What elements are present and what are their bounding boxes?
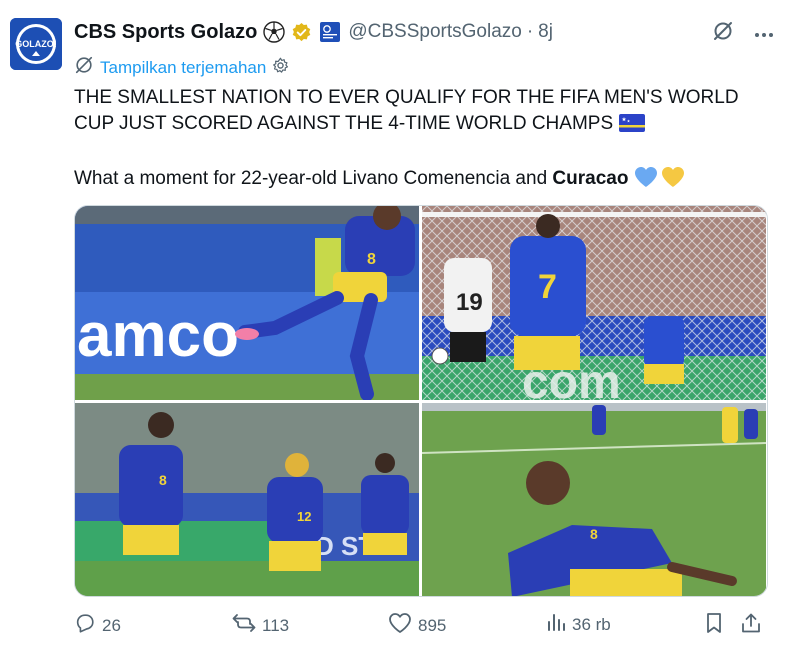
jersey-number: 8 [367,251,376,268]
media-grid: amco 8 com [74,205,768,597]
celebrating-player-left-number: 8 [159,472,167,488]
author-avatar[interactable]: GOLAZO! [10,18,62,70]
views-button[interactable]: 36 rb [546,612,611,637]
yellow-heart-icon [662,167,685,187]
separator-dot: · [526,21,534,42]
curacao-flag-icon [619,114,646,140]
post-text: THE SMALLEST NATION TO EVER QUALIFY FOR … [74,85,774,192]
post-time[interactable]: 8j [538,21,553,43]
post-action-bar: 26 113 895 36 rb [74,612,774,640]
translate-icon [74,55,94,80]
like-icon [388,612,412,639]
share-button[interactable] [740,612,762,639]
author-handle[interactable]: @CBSSportsGolazo [348,21,521,43]
post-text-line-3-text: What a moment for 22-year-old Livano Com… [74,168,553,189]
repost-icon [232,612,256,639]
blue-heart-icon [635,167,658,187]
post-text-line-2: CUP JUST SCORED AGAINST THE 4-TIME WORLD… [74,111,774,140]
cbs-sports-affiliate-icon[interactable] [320,22,341,42]
hearts-emoji [634,166,685,188]
repost-count: 113 [262,615,290,635]
repost-button[interactable]: 113 [232,612,289,639]
post-text-line-2-text: CUP JUST SCORED AGAINST THE 4-TIME WORLD… [74,113,614,134]
photo-1-volley[interactable]: amco 8 [75,206,419,400]
soccer-ball-icon [263,21,286,43]
opponent-jersey-number: 19 [456,289,483,316]
post-top-actions [712,20,774,47]
bookmark-button[interactable] [704,612,724,639]
curacao-jersey-number: 7 [538,268,557,306]
reply-button[interactable]: 26 [74,612,121,639]
post-header: CBS Sports Golazo @CBSSportsGolazo · 8j [74,19,553,45]
like-button[interactable]: 895 [388,612,446,639]
bookmark-icon [704,612,724,639]
reply-icon [74,612,96,639]
more-options-icon[interactable] [754,25,774,43]
avatar-logo-text: GOLAZO! [15,39,57,49]
share-icon [740,612,762,639]
settings-gear-icon[interactable] [272,57,289,79]
reply-count: 26 [102,615,121,635]
views-icon [546,612,566,637]
post-text-line-1: THE SMALLEST NATION TO EVER QUALIFY FOR … [74,87,739,108]
like-count: 895 [418,615,447,635]
grok-icon[interactable] [712,20,734,47]
translate-row[interactable]: Tampilkan terjemahan [74,55,289,80]
photo-3-celebration[interactable]: U D ST 8 12 [75,403,419,596]
celebrating-player-mid-number: 12 [297,509,311,524]
sliding-player-number: 8 [590,526,598,542]
stadium-banner-text: amco [77,301,239,370]
post-text-bold-country: Curacao [552,168,629,189]
author-name[interactable]: CBS Sports Golazo [74,21,257,44]
verified-badge-icon[interactable] [291,22,312,43]
views-count: 36 rb [572,614,611,634]
photo-4-knee-slide[interactable]: 8 [422,403,766,596]
photo-2-goal[interactable]: com 19 7 [422,206,766,400]
translate-link[interactable]: Tampilkan terjemahan [100,58,266,78]
post-text-line-3: What a moment for 22-year-old Livano Com… [74,166,774,192]
